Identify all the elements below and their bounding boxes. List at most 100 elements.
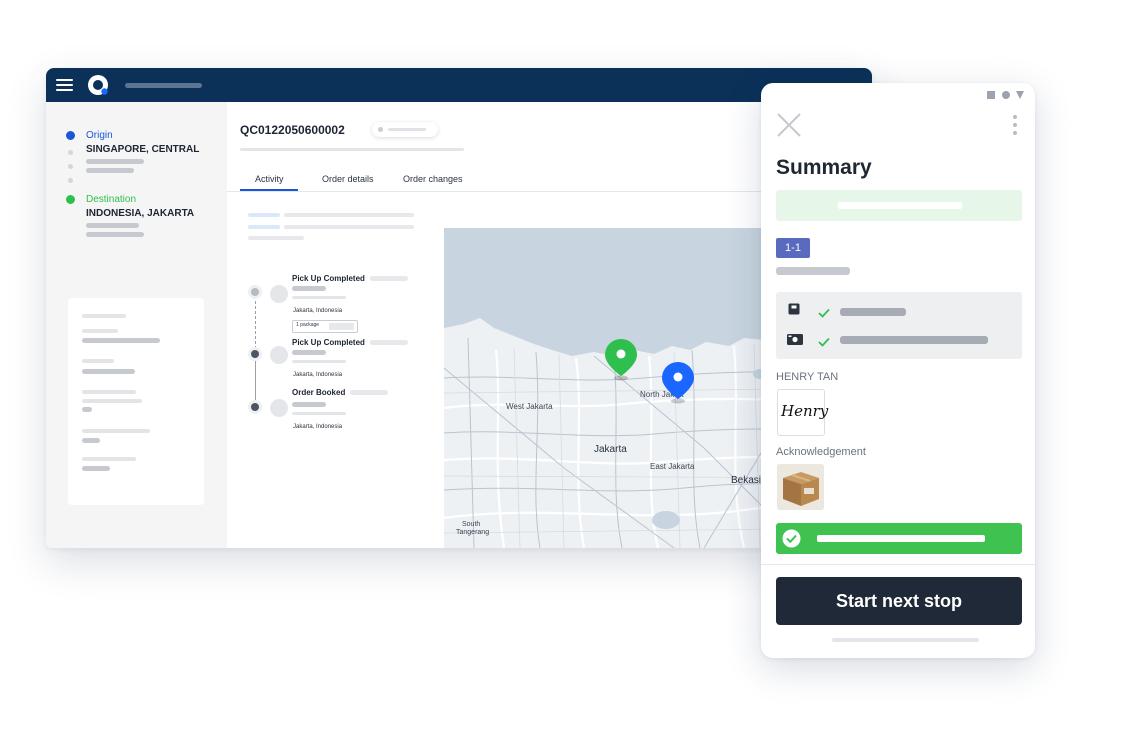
info-placeholder (82, 338, 160, 343)
filter-placeholder (248, 213, 280, 217)
signature-text: Henry (781, 402, 829, 420)
destination-address-line (86, 223, 139, 228)
destination-label: Destination (86, 194, 137, 205)
info-placeholder (82, 457, 136, 461)
route-connector-dot (68, 164, 73, 169)
package-box-image (777, 464, 824, 510)
summary-title: Summary (776, 156, 872, 179)
route-sidebar: Origin SINGAPORE, CENTRAL Destination IN… (46, 102, 227, 548)
timeline-placeholder (350, 390, 388, 395)
start-next-stop-button[interactable]: Start next stop (776, 577, 1022, 625)
timeline-event-title: Order Booked (292, 388, 346, 397)
destination-address-line (86, 232, 144, 237)
order-id: QC0122050600002 (240, 123, 345, 137)
info-placeholder (82, 407, 92, 412)
close-icon[interactable] (775, 111, 803, 139)
stop-address-placeholder (776, 267, 850, 275)
circle-icon (1002, 91, 1010, 99)
origin-city: SINGAPORE, CENTRAL (86, 144, 200, 155)
map-label-east-jakarta: East Jakarta (650, 462, 695, 471)
info-placeholder (82, 438, 100, 443)
timeline-event-title: Pick Up Completed (292, 338, 365, 347)
filter-placeholder (248, 236, 304, 240)
map-label-south-tangerang: South (462, 521, 481, 528)
map-label-south-tangerang: Tangerang (456, 529, 490, 536)
home-indicator (832, 638, 979, 642)
origin-pin-icon[interactable] (603, 338, 639, 382)
origin-label: Origin (86, 130, 113, 141)
triangle-icon (1016, 91, 1024, 99)
top-navigation-bar (46, 68, 872, 102)
origin-dot (66, 131, 75, 140)
check-icon (818, 305, 830, 318)
timeline-avatar (270, 285, 288, 303)
mobile-summary-panel: Summary 1-1 HENRY TAN Henry Acknowledgem… (761, 83, 1035, 658)
package-photo-thumbnail[interactable] (777, 464, 824, 510)
signature-thumbnail[interactable]: Henry (777, 389, 829, 436)
logo-icon[interactable] (87, 74, 109, 96)
info-placeholder (82, 466, 110, 471)
stop-number-badge: 1-1 (776, 238, 810, 258)
destination-city: INDONESIA, JAKARTA (86, 208, 195, 219)
timeline-placeholder (292, 412, 346, 415)
breadcrumb-placeholder (125, 83, 202, 88)
package-icon (787, 302, 801, 316)
package-count-tag: 1 package (292, 320, 358, 333)
order-info-card (68, 298, 204, 505)
info-placeholder (82, 399, 142, 403)
timeline-avatar (270, 399, 288, 417)
timeline-line (255, 296, 256, 354)
check-icon (818, 334, 830, 347)
desktop-app-window: Origin SINGAPORE, CENTRAL Destination IN… (46, 68, 872, 548)
route-connector-dot (68, 178, 73, 183)
package-count-label: 1 package (296, 322, 320, 328)
filter-placeholder (284, 225, 414, 229)
timeline-event-location: Jakarta, Indonesia (293, 308, 343, 314)
order-subtitle-placeholder (240, 148, 464, 151)
timeline-event-title: Pick Up Completed (292, 274, 365, 283)
footer-divider (761, 564, 1035, 565)
timeline-line (255, 358, 256, 404)
origin-address-line (86, 159, 144, 164)
checklist-item-placeholder (840, 336, 988, 344)
timeline-placeholder (292, 296, 346, 299)
acknowledgement-label: Acknowledgement (776, 446, 866, 458)
filter-placeholder (284, 213, 414, 217)
timeline-placeholder (292, 350, 326, 355)
origin-address-line (86, 168, 134, 173)
info-placeholder (82, 329, 118, 333)
info-placeholder (82, 359, 114, 363)
info-placeholder (82, 369, 135, 374)
hamburger-menu-icon[interactable] (56, 79, 73, 91)
order-status-pill[interactable] (372, 122, 438, 137)
timeline-placeholder (292, 286, 326, 291)
destination-dot (66, 195, 75, 204)
timeline-event-location: Jakarta, Indonesia (293, 424, 343, 430)
checklist-card (776, 292, 1022, 359)
info-placeholder (82, 314, 126, 318)
timeline-placeholder (292, 402, 326, 407)
timeline-placeholder (370, 340, 408, 345)
map-label-west-jakarta: West Jakarta (506, 402, 553, 411)
info-placeholder (82, 390, 136, 394)
timeline-placeholder (370, 276, 408, 281)
route-connector-dot (68, 150, 73, 155)
tab-order-changes[interactable]: Order changes (403, 174, 463, 184)
delivery-success-banner (776, 523, 1022, 554)
timeline-placeholder (292, 360, 346, 363)
status-banner (776, 190, 1022, 221)
timeline-dot (251, 288, 259, 296)
checklist-item-placeholder (840, 308, 906, 316)
destination-pin-icon[interactable] (660, 361, 696, 405)
filter-placeholder (248, 225, 280, 229)
timeline-event-location: Jakarta, Indonesia (293, 372, 343, 378)
tab-activity[interactable]: Activity (255, 174, 284, 184)
map-label-bekasi: Bekasi (731, 475, 762, 486)
check-circle-icon (782, 529, 801, 548)
recipient-name: HENRY TAN (776, 371, 839, 383)
tab-order-details[interactable]: Order details (322, 174, 374, 184)
timeline-dot (251, 350, 259, 358)
cash-icon (786, 332, 804, 346)
more-vertical-icon[interactable] (1012, 115, 1018, 135)
square-icon (987, 91, 995, 99)
